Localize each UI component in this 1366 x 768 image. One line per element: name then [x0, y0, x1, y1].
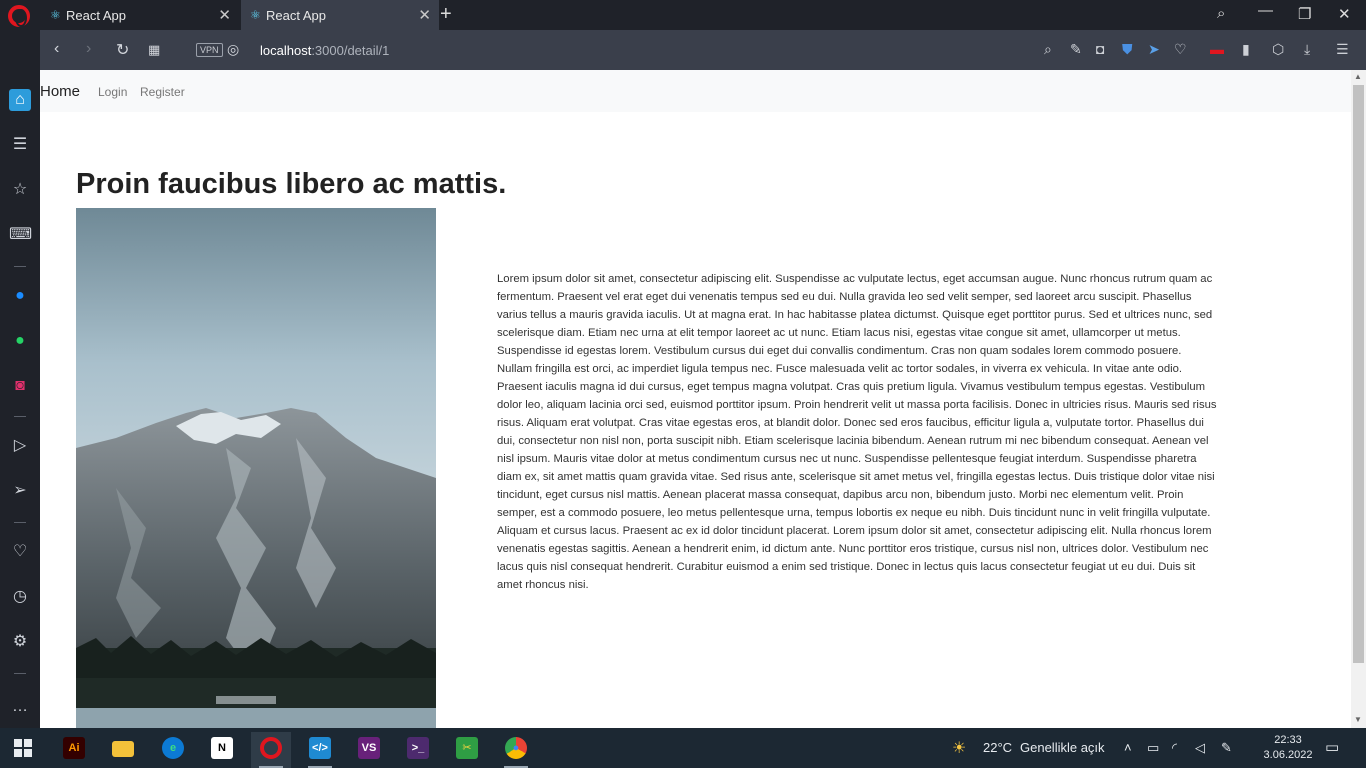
react-icon: ⚛	[250, 8, 261, 22]
search-page-icon[interactable]: ⌕	[1044, 41, 1052, 58]
notion-icon[interactable]: N	[202, 732, 242, 768]
tab-title: React App	[66, 8, 126, 23]
address-toolbar: ‹ › ↻ ▦ VPN ◎ localhost:3000/detail/1 ⌕ …	[40, 30, 1366, 70]
minimize-button[interactable]: —	[1258, 2, 1273, 19]
cube-icon[interactable]: ☆	[9, 179, 31, 201]
sidebar-separator	[14, 673, 26, 674]
search-tabs-icon[interactable]: ⌕	[1217, 5, 1225, 22]
opera-taskbar-icon[interactable]: o	[251, 732, 291, 768]
player-icon[interactable]: ▷	[9, 435, 31, 457]
tab-title: React App	[266, 8, 326, 23]
flag-icon[interactable]: ▬	[1210, 41, 1224, 57]
react-icon: ⚛	[50, 8, 61, 22]
taskbar-clock[interactable]: 22:33 3.06.2022	[1260, 733, 1316, 763]
pen-icon[interactable]: ✎	[1221, 740, 1232, 756]
sidebar-separator	[14, 266, 26, 267]
heart-icon[interactable]: ♡	[1174, 41, 1187, 58]
scroll-up-icon[interactable]: ▲	[1354, 72, 1362, 81]
sidebar-separator	[14, 522, 26, 523]
tab-close-icon[interactable]: ✕	[418, 6, 431, 24]
edge-icon[interactable]: e	[153, 732, 193, 768]
new-tab-button[interactable]: +	[440, 3, 452, 26]
web-page: Home Login Register Proin faucibus liber…	[40, 70, 1351, 728]
site-navbar: Home Login Register	[40, 70, 1351, 112]
sidebar-separator	[14, 416, 26, 417]
messenger-icon[interactable]: ●	[9, 285, 31, 307]
mountain-image	[76, 208, 436, 728]
scrollbar-thumb[interactable]	[1353, 85, 1364, 663]
vscode-icon[interactable]: </>	[300, 732, 340, 768]
page-scrollbar[interactable]: ▲ ▼	[1351, 70, 1366, 728]
opera-menu-icon[interactable]	[8, 5, 30, 27]
easy-setup-icon[interactable]: ☰	[1336, 41, 1349, 58]
home-icon[interactable]: ⌂	[9, 89, 31, 111]
clock-date: 3.06.2022	[1263, 749, 1313, 761]
edit-icon[interactable]: ✎	[1070, 41, 1082, 58]
visual-studio-icon[interactable]: VS	[349, 732, 389, 768]
speed-dial-icon[interactable]: ▦	[148, 42, 160, 58]
history-icon[interactable]: ◷	[9, 586, 31, 608]
globe-icon[interactable]: ◎	[227, 41, 239, 58]
notes-icon[interactable]: ☰	[9, 134, 31, 156]
weather-temp[interactable]: 22°C	[983, 740, 1012, 755]
url-host: localhost	[260, 43, 312, 58]
chrome-icon[interactable]: ●	[496, 732, 536, 768]
send-icon[interactable]: ➤	[1148, 41, 1160, 58]
file-explorer-icon[interactable]: .	[103, 732, 143, 768]
tab-react-app-1[interactable]: ⚛ React App ✕	[41, 0, 239, 30]
browser-tab-bar: ⚛ React App ✕ ⚛ React App ✕ + ⌕ — ❐ ✕	[0, 0, 1366, 30]
download-icon[interactable]: ⤓	[1304, 41, 1310, 58]
box-icon[interactable]: ⬡	[1272, 41, 1284, 58]
send-icon[interactable]: ➢	[9, 480, 31, 502]
illustrator-icon[interactable]: Ai	[54, 732, 94, 768]
article-body: Lorem ipsum dolor sit amet, consectetur …	[497, 273, 1217, 591]
clock-time: 22:33	[1274, 734, 1302, 746]
volume-icon[interactable]: ◁	[1195, 740, 1205, 756]
tray-chevron-icon[interactable]: ˄	[1124, 740, 1132, 755]
tab-close-icon[interactable]: ✕	[218, 6, 231, 24]
shield-icon[interactable]: ⛊	[1122, 41, 1133, 58]
settings-icon[interactable]: ⚙	[9, 631, 31, 653]
nav-login-link[interactable]: Login	[98, 85, 127, 99]
address-field[interactable]: localhost:3000/detail/1	[260, 43, 389, 58]
windows-start-icon[interactable]	[14, 739, 32, 757]
reload-button[interactable]: ↻	[116, 40, 129, 60]
terminal-icon[interactable]: >_	[398, 732, 438, 768]
heart-icon[interactable]: ♡	[9, 541, 31, 563]
instagram-icon[interactable]: ◙	[9, 375, 31, 397]
snapshot-icon[interactable]: ▮	[1242, 41, 1250, 58]
url-path: :3000/detail/1	[311, 43, 390, 58]
windows-taskbar: Ai . e N o </> VS >_ ✂ ● ☀ 22°C Genellik…	[0, 728, 1366, 768]
weather-icon[interactable]: ☀	[952, 738, 966, 758]
back-button[interactable]: ‹	[54, 40, 59, 58]
nav-home-link[interactable]: Home	[40, 83, 80, 100]
close-window-button[interactable]: ✕	[1338, 5, 1351, 23]
restore-button[interactable]: ❐	[1298, 5, 1311, 23]
tab-react-app-2[interactable]: ⚛ React App ✕	[241, 0, 439, 30]
battery-icon[interactable]: ▭	[1147, 740, 1159, 756]
gamepad-icon[interactable]: ⌨	[9, 224, 32, 246]
wifi-icon[interactable]: ◜	[1172, 740, 1177, 756]
camera-icon[interactable]: ◘	[1096, 41, 1104, 57]
whatsapp-icon[interactable]: ●	[9, 330, 31, 352]
more-icon[interactable]: …	[9, 696, 31, 718]
weather-desc[interactable]: Genellikle açık	[1020, 740, 1105, 755]
opera-sidebar: ⌂ ☰ ☆ ⌨ ● ● ◙ ▷ ➢ ♡ ◷ ⚙ …	[0, 30, 40, 728]
forward-button[interactable]: ›	[86, 40, 91, 58]
snipping-tool-icon[interactable]: ✂	[447, 732, 487, 768]
scroll-down-icon[interactable]: ▼	[1354, 715, 1362, 724]
notifications-icon[interactable]: ▭	[1325, 738, 1339, 756]
page-title: Proin faucibus libero ac mattis.	[76, 168, 507, 200]
vpn-badge[interactable]: VPN	[196, 43, 223, 57]
nav-register-link[interactable]: Register	[140, 85, 185, 99]
